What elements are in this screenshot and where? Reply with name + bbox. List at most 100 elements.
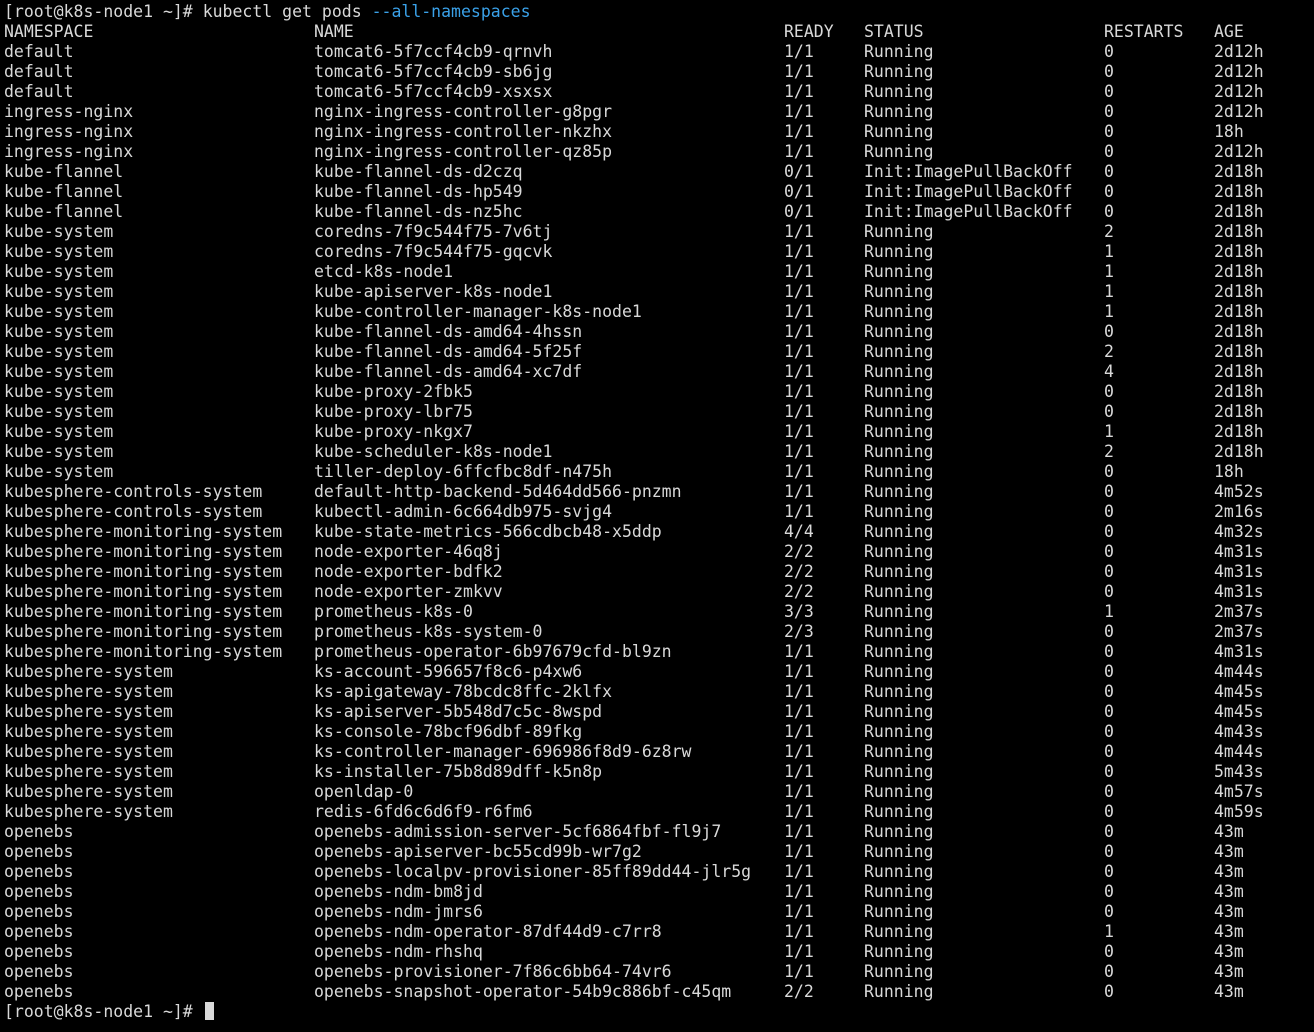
cell-age: 43m [1214, 922, 1244, 941]
cell-age: 2m16s [1214, 502, 1264, 521]
table-row: openebs openebs-snapshot-operator-54b9c88… [4, 982, 1314, 1002]
cell-namespace: kubesphere-monitoring-system [4, 562, 283, 581]
cell-ready: 1/1 [784, 142, 814, 161]
table-row: kubesphere-system ks-apiserver-5b548d7c5c… [4, 702, 1314, 722]
cell-restarts: 0 [1104, 942, 1114, 961]
final-prompt-line[interactable]: [root@k8s-node1 ~]# [4, 1002, 1314, 1022]
cell-restarts: 1 [1104, 282, 1114, 301]
table-row: ingress-nginx nginx-ingress-controller-nk… [4, 122, 1314, 142]
header-age: AGE [1214, 22, 1244, 41]
cell-name: ks-console-78bcf96dbf-89fkg [314, 722, 583, 741]
cell-namespace: kubesphere-system [4, 762, 173, 781]
cell-ready: 1/1 [784, 322, 814, 341]
cell-name: openebs-ndm-rhshq [314, 942, 483, 961]
cell-name: ks-controller-manager-696986f8d9-6z8rw [314, 742, 692, 761]
cell-namespace: ingress-nginx [4, 142, 134, 161]
cell-age: 5m43s [1214, 762, 1264, 781]
cell-status: Running [864, 62, 934, 81]
cell-restarts: 2 [1104, 442, 1114, 461]
cell-restarts: 0 [1104, 642, 1114, 661]
table-row: kube-flannel kube-flannel-ds-d2czq 0/1 Init… [4, 162, 1314, 182]
cell-ready: 1/1 [784, 702, 814, 721]
cell-name: ks-installer-75b8d89dff-k5n8p [314, 762, 603, 781]
cell-restarts: 1 [1104, 602, 1114, 621]
cell-age: 2d12h [1214, 142, 1264, 161]
cell-restarts: 0 [1104, 42, 1114, 61]
cell-name: openebs-snapshot-operator-54b9c886bf-c45… [314, 982, 732, 1001]
header-name: NAME [314, 22, 354, 41]
cell-name: nginx-ingress-controller-qz85p [314, 142, 613, 161]
cell-age: 2d18h [1214, 242, 1264, 261]
cell-name: kube-flannel-ds-d2czq [314, 162, 523, 181]
cell-name: kube-flannel-ds-nz5hc [314, 202, 523, 221]
cell-ready: 1/1 [784, 762, 814, 781]
table-row: kubesphere-monitoring-system node-exporte… [4, 562, 1314, 582]
cell-restarts: 0 [1104, 742, 1114, 761]
cell-ready: 1/1 [784, 862, 814, 881]
cell-ready: 1/1 [784, 722, 814, 741]
cell-restarts: 1 [1104, 302, 1114, 321]
cell-name: node-exporter-zmkvv [314, 582, 503, 601]
cell-name: kubectl-admin-6c664db975-svjg4 [314, 502, 613, 521]
table-row: openebs openebs-ndm-operator-87df44d9-c7r… [4, 922, 1314, 942]
cell-namespace: default [4, 62, 74, 81]
cell-ready: 1/1 [784, 802, 814, 821]
cell-ready: 0/1 [784, 182, 814, 201]
cell-name: kube-proxy-2fbk5 [314, 382, 473, 401]
cell-name: kube-flannel-ds-hp549 [314, 182, 523, 201]
cell-age: 4m31s [1214, 582, 1264, 601]
cell-ready: 1/1 [784, 422, 814, 441]
cell-namespace: kubesphere-system [4, 662, 173, 681]
cell-restarts: 0 [1104, 862, 1114, 881]
cell-age: 2d12h [1214, 82, 1264, 101]
cell-restarts: 0 [1104, 622, 1114, 641]
cell-namespace: kubesphere-monitoring-system [4, 582, 283, 601]
cell-status: Running [864, 682, 934, 701]
cell-namespace: kubesphere-system [4, 682, 173, 701]
table-row: openebs openebs-apiserver-bc55cd99b-wr7g2… [4, 842, 1314, 862]
cell-status: Running [864, 122, 934, 141]
cell-namespace: ingress-nginx [4, 102, 134, 121]
cell-age: 2d18h [1214, 382, 1264, 401]
table-row: openebs openebs-provisioner-7f86c6bb64-74… [4, 962, 1314, 982]
cell-name: redis-6fd6c6d6f9-r6fm6 [314, 802, 533, 821]
cell-status: Running [864, 902, 934, 921]
cell-status: Running [864, 402, 934, 421]
cell-age: 43m [1214, 822, 1244, 841]
cell-age: 4m43s [1214, 722, 1264, 741]
table-row: kube-system kube-proxy-nkgx7 1/1 Running 1 2d… [4, 422, 1314, 442]
cell-ready: 1/1 [784, 782, 814, 801]
cell-name: kube-flannel-ds-amd64-xc7df [314, 362, 583, 381]
table-row: ingress-nginx nginx-ingress-controller-qz… [4, 142, 1314, 162]
table-row: kube-system coredns-7f9c544f75-7v6tj 1/1 Ru… [4, 222, 1314, 242]
terminal-window[interactable]: [root@k8s-node1 ~]# kubectl get pods --a… [0, 0, 1314, 1032]
cell-ready: 1/1 [784, 882, 814, 901]
cell-restarts: 1 [1104, 422, 1114, 441]
cell-age: 2m37s [1214, 602, 1264, 621]
cell-status: Running [864, 382, 934, 401]
cell-name: nginx-ingress-controller-nkzhx [314, 122, 613, 141]
cell-ready: 1/1 [784, 662, 814, 681]
table-row: kube-system kube-proxy-lbr75 1/1 Running 0 2d… [4, 402, 1314, 422]
cell-name: ks-account-596657f8c6-p4xw6 [314, 662, 583, 681]
table-row: kubesphere-controls-system default-http-b… [4, 482, 1314, 502]
cell-namespace: kube-system [4, 462, 114, 481]
table-row: kubesphere-system openldap-0 1/1 Running 0 4m… [4, 782, 1314, 802]
cell-name: openebs-ndm-jmrs6 [314, 902, 483, 921]
command-text: kubectl get pods [202, 2, 372, 21]
cell-age: 18h [1214, 462, 1244, 481]
cell-status: Running [864, 322, 934, 341]
cell-status: Running [864, 842, 934, 861]
cell-ready: 1/1 [784, 742, 814, 761]
cell-restarts: 0 [1104, 702, 1114, 721]
cell-age: 2d18h [1214, 162, 1264, 181]
cell-restarts: 0 [1104, 882, 1114, 901]
cell-status: Init:ImagePullBackOff [864, 182, 1073, 201]
cell-namespace: kubesphere-controls-system [4, 502, 263, 521]
cell-restarts: 0 [1104, 542, 1114, 561]
cell-namespace: kube-system [4, 302, 114, 321]
cell-age: 4m45s [1214, 682, 1264, 701]
cell-name: ks-apigateway-78bcdc8ffc-2klfx [314, 682, 613, 701]
cell-restarts: 0 [1104, 462, 1114, 481]
cell-status: Running [864, 962, 934, 981]
